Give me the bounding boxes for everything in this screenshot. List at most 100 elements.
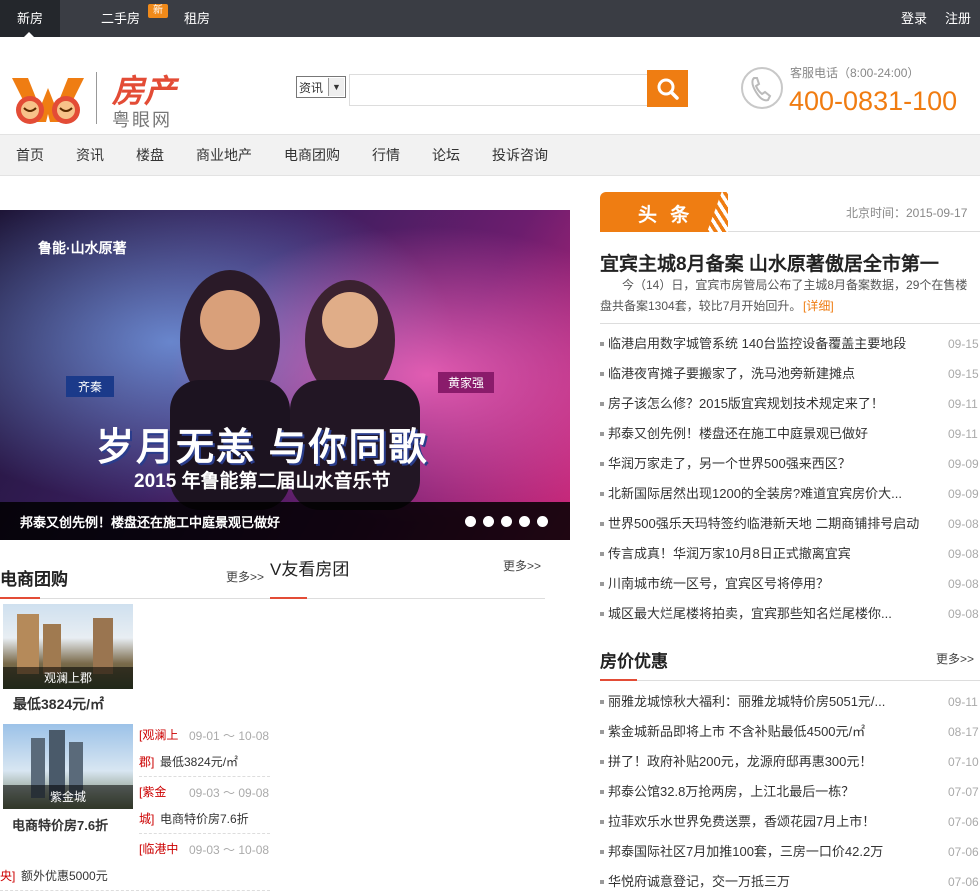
group-item-date: 09-03 ～ 09-08 — [189, 786, 270, 800]
group-item-name[interactable]: 城] — [139, 810, 154, 827]
deal-item[interactable]: 华悦府诚意登记，交一万抵三万 07-06 — [608, 867, 980, 891]
nav-complaints[interactable]: 投诉咨询 — [492, 135, 548, 175]
search-input[interactable] — [349, 74, 647, 106]
news-item[interactable]: 邦泰又创先例！楼盘还在施工中庭景观已做好 09-11 — [608, 419, 980, 449]
group-item-name[interactable]: [紫金 — [139, 783, 166, 800]
divider — [600, 680, 980, 681]
login-link[interactable]: 登录 — [901, 0, 927, 37]
deal-item-date: 08-17 — [948, 725, 979, 739]
deals-title: 房价优惠 — [600, 652, 668, 671]
deal-item-title: 拼了！政府补贴200元，龙源府邸再惠300元！ — [608, 754, 873, 769]
logo-icon[interactable] — [10, 72, 86, 131]
group-item-name[interactable]: [观澜上 — [139, 726, 178, 743]
slide-dot[interactable] — [519, 516, 530, 527]
vyou-title: V友看房团 — [270, 560, 350, 579]
news-item[interactable]: 房子该怎么修？2015版宜宾规划技术规定来了！ 09-11 — [608, 389, 980, 419]
nav-properties[interactable]: 楼盘 — [136, 135, 164, 175]
headlines-badge: 头 条 — [600, 192, 728, 232]
news-item[interactable]: 北新国际居然出现1200的全装房?难道宜宾房价大... 09-09 — [608, 479, 980, 509]
vyou-more-link[interactable]: 更多>> — [503, 557, 541, 574]
nav-home[interactable]: 首页 — [16, 135, 44, 175]
property-tag: 观澜上郡 — [3, 667, 133, 689]
nav-forum[interactable]: 论坛 — [432, 135, 460, 175]
search-category-select[interactable]: 资讯 ▼ — [296, 76, 346, 98]
ecommerce-more-link[interactable]: 更多>> — [226, 568, 264, 585]
feature-price: 最低3824元/㎡ — [13, 696, 105, 712]
news-item[interactable]: 传言成真！华润万家10月8日正式撤离宜宾 09-08 — [608, 539, 980, 569]
section-underline — [600, 679, 637, 681]
headlines-badge-label: 头 条 — [638, 205, 694, 226]
deal-item-title: 拉菲欢乐水世界免费送票，香颂花园7月上市！ — [608, 814, 876, 829]
nav-news[interactable]: 资讯 — [76, 135, 104, 175]
bullet-icon — [600, 730, 604, 734]
ecommerce-title: 电商团购 — [0, 570, 68, 589]
register-link[interactable]: 注册 — [945, 0, 971, 37]
banner-subline: 2015 年鲁能第二届山水音乐节 — [134, 471, 391, 492]
nav-market[interactable]: 行情 — [372, 135, 400, 175]
tab-new-homes[interactable]: 新房 — [0, 0, 60, 37]
group-item-name[interactable]: 央] — [0, 867, 15, 884]
property-tag: 紫金城 — [3, 785, 133, 809]
detail-link[interactable]: [详细] — [803, 297, 834, 314]
deal-item-date: 07-06 — [948, 845, 979, 859]
news-item[interactable]: 临港夜宵摊子要搬家了，洗马池旁新建摊点 09-15 — [608, 359, 980, 389]
news-item-title: 临港启用数字城管系统 140台监控设备覆盖主要地段 — [608, 336, 907, 351]
group-item-name[interactable]: 郡] — [139, 753, 154, 770]
beijing-time: 北京时间：2015-09-17 — [846, 206, 968, 220]
news-item-date: 09-09 — [948, 487, 979, 501]
slide-dot[interactable] — [483, 516, 494, 527]
slide-dot[interactable] — [501, 516, 512, 527]
bullet-icon — [600, 432, 604, 436]
property-image[interactable]: 观澜上郡 — [3, 604, 133, 689]
news-item-date: 09-08 — [948, 577, 979, 591]
new-badge: 新 — [148, 4, 168, 18]
news-item-title: 传言成真！华润万家10月8日正式撤离宜宾 — [608, 546, 851, 561]
nav-group-buy[interactable]: 电商团购 — [284, 135, 340, 175]
news-item[interactable]: 川南城市统一区号，宜宾区号将停用？ 09-08 — [608, 569, 980, 599]
deal-item-date: 07-07 — [948, 785, 979, 799]
group-item-name[interactable]: [临港中 — [139, 840, 178, 857]
bullet-icon — [600, 552, 604, 556]
deal-item[interactable]: 邦泰国际社区7月加推100套，三房一口价42.2万 07-06 — [608, 837, 980, 867]
news-item[interactable]: 世界500强乐天玛特签约临港新天地 二期商铺排号启动 09-08 — [608, 509, 980, 539]
tab-rent[interactable]: 租房 — [184, 0, 210, 37]
bullet-icon — [600, 820, 604, 824]
bullet-icon — [600, 760, 604, 764]
section-underline — [270, 597, 307, 599]
property-image[interactable]: 紫金城 — [3, 724, 133, 809]
deal-item[interactable]: 紫金城新品即将上市 不含补贴最低4500元/㎡ 08-17 — [608, 717, 980, 747]
news-item-date: 09-09 — [948, 457, 979, 471]
bullet-icon — [600, 342, 604, 346]
banner-caption[interactable]: 邦泰又创先例！楼盘还在施工中庭景观已做好 — [20, 512, 280, 531]
news-item-date: 09-08 — [948, 607, 979, 621]
group-item-desc: 额外优惠5000元 — [21, 869, 108, 883]
deals-more-link[interactable]: 更多>> — [936, 650, 974, 667]
news-item[interactable]: 城区最大烂尾楼将拍卖，宜宾那些知名烂尾楼你... 09-08 — [608, 599, 980, 629]
deal-item-title: 紫金城新品即将上市 不含补贴最低4500元/㎡ — [608, 724, 866, 739]
slide-dot[interactable] — [537, 516, 548, 527]
deal-item[interactable]: 邦泰公馆32.8万抢两房，上江北最后一栋？ 07-07 — [608, 777, 980, 807]
bullet-icon — [600, 522, 604, 526]
deal-item-title: 丽雅龙城惊秋大福利：丽雅龙城特价房5051元/... — [608, 694, 886, 709]
news-item[interactable]: 临港启用数字城管系统 140台监控设备覆盖主要地段 09-15 — [608, 329, 980, 359]
tab-second-hand[interactable]: 二手房 — [101, 0, 140, 37]
news-item[interactable]: 华润万家走了，另一个世界500强来西区？ 09-09 — [608, 449, 980, 479]
tab-second-hand-label: 二手房 — [101, 11, 141, 26]
tab-new-homes-label: 新房 — [16, 11, 43, 26]
headline-title[interactable]: 宜宾主城8月备案 山水原著傲居全市第一 — [600, 249, 939, 276]
deal-item[interactable]: 拉菲欢乐水世界免费送票，香颂花园7月上市！ 07-06 — [608, 807, 980, 837]
banner-slideshow[interactable]: 鲁能·山水原著 齐秦 黄家强 岁月无恙 与你同歌 2015 年鲁能第二届山水音乐… — [0, 210, 570, 540]
slide-dot[interactable] — [465, 516, 476, 527]
nav-commercial[interactable]: 商业地产 — [196, 135, 252, 175]
search-button[interactable] — [647, 70, 688, 107]
deal-item[interactable]: 拼了！政府补贴200元，龙源府邸再惠300元！ 07-10 — [608, 747, 980, 777]
news-item-date: 09-15 — [948, 367, 979, 381]
news-item-title: 房子该怎么修？2015版宜宾规划技术规定来了！ — [608, 396, 884, 411]
news-item-date: 09-11 — [948, 427, 978, 441]
news-item-date: 09-15 — [948, 337, 979, 351]
banner-name-right: 黄家强 — [438, 372, 495, 393]
banner-name-left: 齐秦 — [66, 376, 115, 397]
bullet-icon — [600, 492, 604, 496]
search-icon — [657, 78, 679, 100]
deal-item[interactable]: 丽雅龙城惊秋大福利：丽雅龙城特价房5051元/... 09-11 — [608, 687, 980, 717]
